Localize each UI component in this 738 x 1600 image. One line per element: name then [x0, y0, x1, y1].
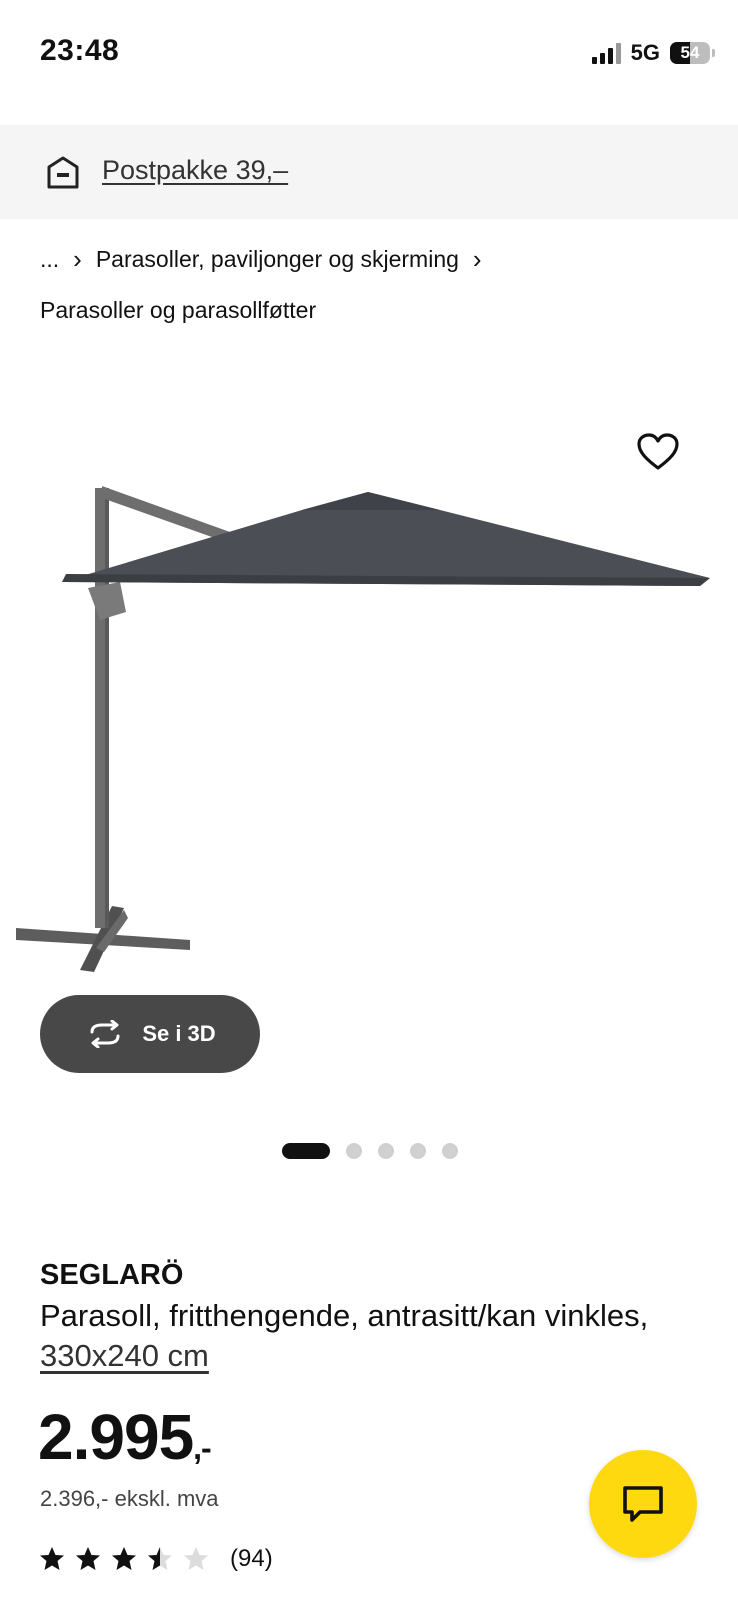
breadcrumb-ellipsis[interactable]: ...	[40, 246, 59, 273]
star-filled-icon	[112, 1547, 136, 1570]
breadcrumb-current[interactable]: Parasoller og parasollføtter	[40, 297, 496, 324]
product-description: Parasoll, fritthengende, antrasitt/kan v…	[40, 1296, 720, 1376]
view-3d-button[interactable]: Se i 3D	[40, 995, 260, 1073]
carousel-dot[interactable]	[282, 1143, 330, 1159]
star-empty-icon	[184, 1547, 208, 1570]
product-image[interactable]	[0, 470, 738, 1000]
carousel-dot[interactable]	[378, 1143, 394, 1159]
chat-button[interactable]	[589, 1450, 697, 1558]
breadcrumb: ... › Parasoller, paviljonger og skjermi…	[40, 244, 496, 324]
battery-level: 54	[680, 43, 700, 62]
star-half-icon	[148, 1547, 172, 1570]
signal-icon	[591, 42, 621, 64]
delivery-banner[interactable]: Postpakke 39,–	[0, 125, 738, 219]
battery-icon: 54	[670, 42, 715, 64]
price-suffix: ,-	[193, 1430, 212, 1466]
status-indicators: 5G 54	[591, 40, 715, 66]
heart-icon[interactable]	[636, 432, 680, 472]
chevron-right-icon: ›	[472, 244, 482, 274]
product-price: 2.995,-	[38, 1400, 212, 1474]
star-filled-icon	[76, 1547, 100, 1570]
review-count[interactable]: (94)	[230, 1545, 273, 1573]
delivery-box-icon	[47, 156, 79, 189]
delivery-link[interactable]: Postpakke 39,–	[102, 155, 288, 186]
view-3d-label: Se i 3D	[142, 1021, 216, 1046]
product-description-text: Parasoll, fritthengende, antrasitt/kan v…	[40, 1298, 649, 1333]
price-value: 2.995	[38, 1401, 194, 1473]
carousel-dot[interactable]	[442, 1143, 458, 1159]
carousel-dot[interactable]	[410, 1143, 426, 1159]
carousel-dot[interactable]	[346, 1143, 362, 1159]
chevron-right-icon: ›	[73, 244, 82, 274]
rotate-3d-icon	[90, 1020, 120, 1048]
product-rating[interactable]: (94)	[38, 1545, 273, 1573]
carousel-indicator	[282, 1143, 458, 1159]
chat-bubble-icon	[623, 1486, 663, 1522]
product-size-link[interactable]: 330x240 cm	[40, 1338, 209, 1373]
breadcrumb-category[interactable]: Parasoller, paviljonger og skjerming	[96, 246, 459, 273]
status-time: 23:48	[40, 34, 120, 67]
status-bar: 23:48 5G 54	[0, 0, 738, 110]
network-type: 5G	[630, 40, 660, 65]
product-brand: SEGLARÖ	[40, 1259, 184, 1291]
star-filled-icon	[40, 1547, 64, 1570]
price-ex-vat: 2.396,- ekskl. mva	[40, 1486, 219, 1511]
